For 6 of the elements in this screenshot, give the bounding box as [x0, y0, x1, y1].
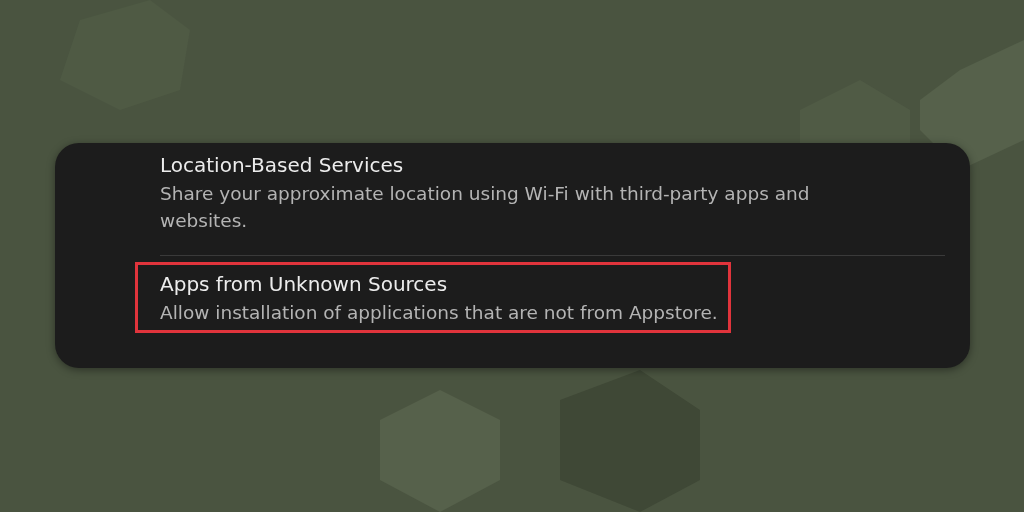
setting-item[interactable]: Location-Based Services Share your approximate location using Wi-Fi with third-party apps and websites. — [135, 143, 908, 241]
setting-title: Location-Based Services — [160, 152, 405, 179]
setting-item[interactable]: Apps from Unknown Sources Allow installation of applications that are not from Appstore. — [135, 262, 731, 333]
setting-description: Allow installation of applications that are not from Appstore. — [160, 301, 718, 325]
setting-description: Share your approximate location using Wi-Fi with third-party apps and websites. — [160, 182, 811, 233]
setting-title: Apps from Unknown Sources — [160, 271, 449, 298]
